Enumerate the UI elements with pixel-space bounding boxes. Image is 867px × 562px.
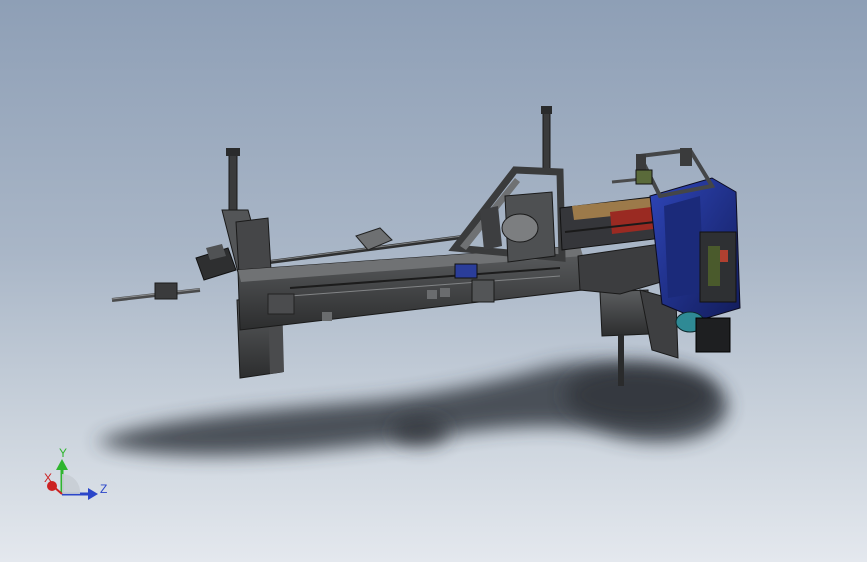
graphics-viewport[interactable]: Y X Z [0,0,867,562]
coordinate-triad: Y X Z [40,444,112,506]
feed-rod-left [111,282,201,302]
model-scene[interactable] [0,0,867,562]
rail-carriage [559,195,663,251]
triad-y-label: Y [59,446,68,460]
triad-z-label: Z [100,482,108,496]
center-gantry [448,106,566,263]
triad-x-label: X [44,471,53,485]
